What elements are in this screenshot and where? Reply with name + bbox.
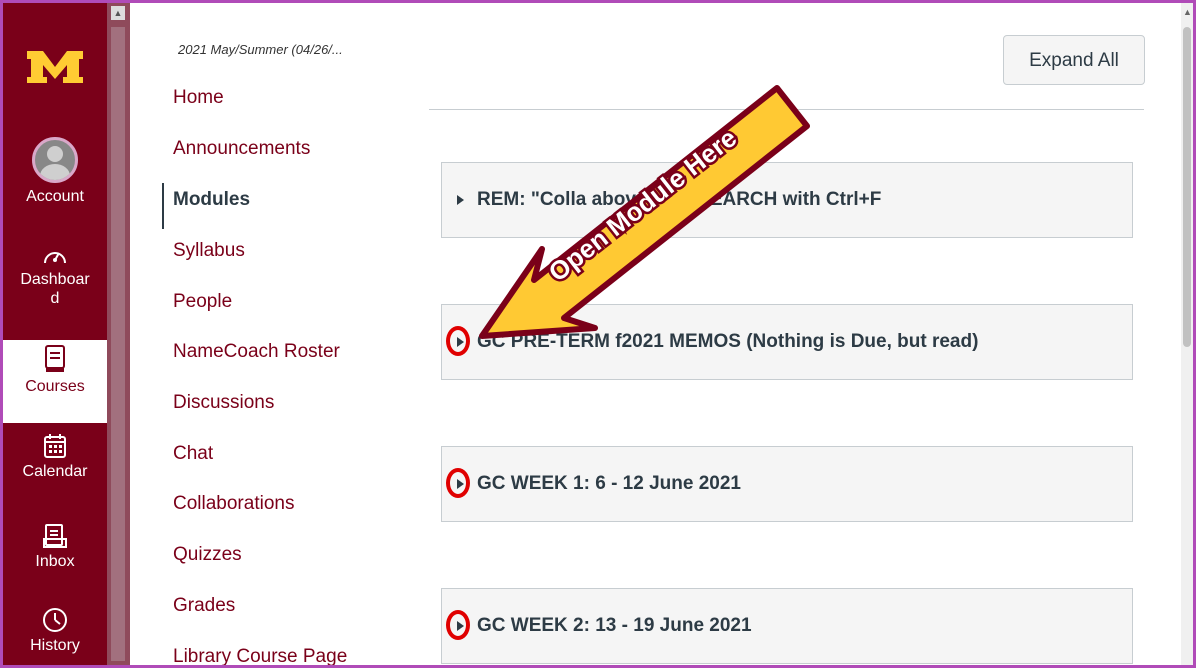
- dashboard-icon: [44, 252, 66, 264]
- course-nav-announcements[interactable]: Announcements: [173, 138, 310, 160]
- course-nav-library[interactable]: Library Course Page: [173, 646, 347, 665]
- scroll-thumb[interactable]: [1183, 27, 1191, 347]
- history-icon: [43, 608, 67, 632]
- course-nav-grades[interactable]: Grades: [173, 595, 235, 617]
- nav-dashboard-label-2: d: [50, 290, 60, 307]
- nav-history-label: History: [30, 637, 80, 654]
- module-header[interactable]: GC WEEK 2: 13 - 19 June 2021: [441, 588, 1133, 664]
- nav-history[interactable]: History: [3, 607, 107, 655]
- main-scrollbar[interactable]: ▲: [1181, 3, 1193, 665]
- module-title[interactable]: GC PRE-TERM f2021 MEMOS (Nothing is Due,…: [477, 331, 978, 353]
- course-nav-people[interactable]: People: [173, 291, 232, 313]
- expand-arrow-icon[interactable]: [457, 195, 464, 205]
- nav-dashboard[interactable]: Dashboar d: [3, 243, 107, 308]
- scroll-up-icon[interactable]: ▲: [1183, 7, 1192, 17]
- course-nav-modules[interactable]: Modules: [173, 189, 250, 211]
- module-title[interactable]: REM: "Colla above) and SEARCH with Ctrl+…: [477, 189, 881, 211]
- account-avatar-icon: [32, 137, 78, 183]
- nav-courses-label: Courses: [25, 378, 85, 395]
- module-title[interactable]: GC WEEK 1: 6 - 12 June 2021: [477, 473, 741, 495]
- courses-icon: [45, 345, 65, 372]
- university-logo[interactable]: [25, 47, 85, 87]
- module-title[interactable]: GC WEEK 2: 13 - 19 June 2021: [477, 615, 752, 637]
- canvas-window: Account Dashboar d Courses Calendar Inbo…: [0, 0, 1196, 668]
- course-nav-chat[interactable]: Chat: [173, 443, 213, 465]
- module-header[interactable]: GC WEEK 1: 6 - 12 June 2021: [441, 446, 1133, 522]
- nav-inbox[interactable]: Inbox: [3, 523, 107, 571]
- nav-courses[interactable]: Courses: [3, 340, 107, 423]
- module-header[interactable]: GC PRE-TERM f2021 MEMOS (Nothing is Due,…: [441, 304, 1133, 380]
- nav-dashboard-label-1: Dashboar: [20, 271, 90, 288]
- nav-inbox-label: Inbox: [35, 553, 75, 570]
- global-nav: Account Dashboar d Courses Calendar Inbo…: [3, 3, 107, 665]
- expand-arrow-icon[interactable]: [457, 621, 464, 631]
- expand-all-button[interactable]: Expand All: [1003, 35, 1145, 85]
- module-header[interactable]: REM: "Colla above) and SEARCH with Ctrl+…: [441, 162, 1133, 238]
- nav-calendar-label: Calendar: [22, 463, 88, 480]
- expand-arrow-icon[interactable]: [457, 337, 464, 347]
- inbox-icon: [43, 524, 67, 548]
- course-nav-discussions[interactable]: Discussions: [173, 392, 274, 414]
- course-nav-syllabus[interactable]: Syllabus: [173, 240, 245, 262]
- course-nav-namecoach[interactable]: NameCoach Roster: [173, 341, 340, 363]
- scroll-up-icon[interactable]: ▲: [111, 6, 125, 20]
- nav-account[interactable]: Account: [3, 137, 107, 206]
- course-nav-home[interactable]: Home: [173, 87, 224, 109]
- divider: [429, 109, 1144, 110]
- nav-account-label: Account: [26, 188, 84, 205]
- course-nav-quizzes[interactable]: Quizzes: [173, 544, 242, 566]
- course-term: 2021 May/Summer (04/26/...: [178, 42, 343, 57]
- active-indicator: [162, 183, 164, 229]
- course-nav-collaborations[interactable]: Collaborations: [173, 493, 294, 515]
- global-nav-scrollbar[interactable]: ▲: [107, 3, 130, 665]
- calendar-icon: [44, 434, 66, 458]
- expand-arrow-icon[interactable]: [457, 479, 464, 489]
- nav-calendar[interactable]: Calendar: [3, 433, 107, 481]
- scroll-thumb[interactable]: [111, 27, 125, 661]
